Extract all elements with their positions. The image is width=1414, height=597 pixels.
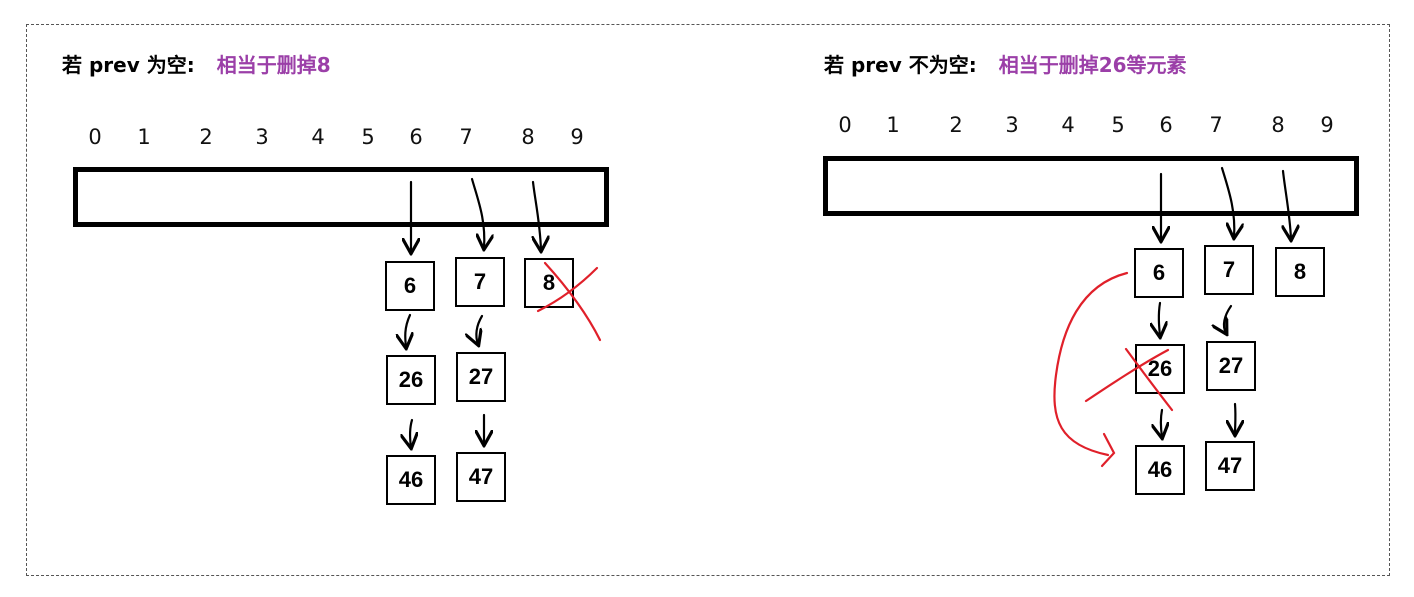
right-arrow-7 [1220,166,1234,237]
right-bypass-arrowhead [1100,432,1116,468]
right-arrow-8 [1283,169,1291,239]
right-bypass-curve [1053,271,1129,457]
right-arrow-26-46 [1161,408,1162,437]
arrows-overlay [0,166,1414,468]
right-strike-26-a [1084,348,1170,403]
right-strike-26-b [1124,347,1174,412]
left-arrow-26-46 [410,418,412,447]
left-arrow-8 [533,180,541,250]
right-arrow-6-26 [1159,301,1160,336]
left-arrow-7-27 [476,314,484,344]
left-arrow-6-26 [405,313,410,347]
left-arrow-7 [470,177,484,248]
right-arrow-7-27 [1224,304,1233,333]
